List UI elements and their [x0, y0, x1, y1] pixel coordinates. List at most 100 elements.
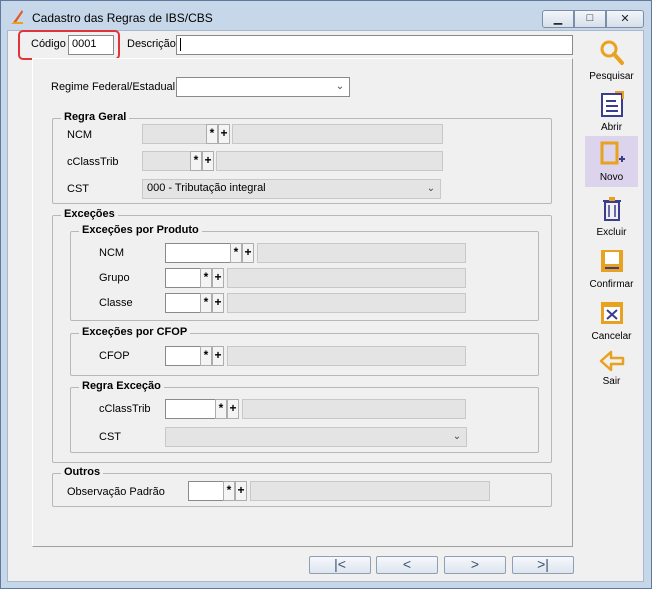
- close-icon: ✕: [620, 13, 630, 25]
- codigo-value: 0001: [72, 38, 97, 50]
- maximize-button[interactable]: □: [574, 10, 606, 28]
- classe-label: Classe: [99, 297, 133, 309]
- cfop-label: CFOP: [99, 350, 130, 362]
- new-document-icon: [600, 141, 625, 165]
- sair-button[interactable]: Sair: [585, 349, 638, 391]
- regime-label: Regime Federal/Estadual: [51, 81, 176, 93]
- cclasstrib-add-button[interactable]: +: [202, 151, 214, 171]
- exit-arrow-icon: [599, 350, 624, 372]
- grupo-field[interactable]: [165, 268, 201, 288]
- obs-field[interactable]: [188, 481, 224, 501]
- produto-ncm-description: [257, 243, 466, 263]
- novo-button[interactable]: Novo: [585, 136, 638, 187]
- nav-last-button[interactable]: >|: [512, 556, 574, 574]
- produto-ncm-search-button[interactable]: *: [230, 243, 242, 263]
- regra-geral-title: Regra Geral: [61, 111, 130, 123]
- ncm-search-button[interactable]: *: [206, 124, 218, 144]
- produto-ncm-field[interactable]: [165, 243, 231, 263]
- previous-record-icon: <: [402, 556, 412, 572]
- app-logo-icon: [11, 10, 23, 24]
- obs-description: [250, 481, 490, 501]
- produto-ncm-add-button[interactable]: +: [242, 243, 254, 263]
- grupo-label: Grupo: [99, 272, 130, 284]
- cst-value: 000 - Tributação integral: [147, 182, 266, 194]
- nav-prev-button[interactable]: <: [376, 556, 438, 574]
- pesquisar-button[interactable]: Pesquisar: [585, 38, 638, 84]
- window-title: Cadastro das Regras de IBS/CBS: [32, 11, 213, 25]
- minimize-icon: ▁: [553, 13, 563, 25]
- cancelar-label: Cancelar: [591, 331, 632, 342]
- excluir-label: Excluir: [596, 227, 627, 238]
- cclasstrib-description: [216, 151, 443, 171]
- classe-add-button[interactable]: +: [212, 293, 224, 313]
- cst-label: CST: [67, 183, 89, 195]
- cclasstrib-search-button[interactable]: *: [190, 151, 202, 171]
- chevron-down-icon: ⌄: [426, 183, 436, 194]
- excecoes-cfop-title: Exceções por CFOP: [79, 326, 191, 338]
- confirmar-label: Confirmar: [589, 279, 634, 290]
- first-record-icon: |<: [334, 556, 346, 572]
- next-record-icon: >: [470, 556, 480, 572]
- magnifier-icon: [600, 40, 624, 65]
- classe-description: [227, 293, 466, 313]
- novo-label: Novo: [599, 172, 624, 183]
- excecoes-produto-title: Exceções por Produto: [79, 224, 202, 236]
- last-record-icon: >|: [537, 556, 549, 572]
- sair-label: Sair: [602, 376, 621, 387]
- excecao-cst-label: CST: [99, 431, 121, 443]
- cclasstrib-field[interactable]: [142, 151, 191, 171]
- excecao-cclasstrib-label: cClassTrib: [99, 403, 151, 415]
- cfop-add-button[interactable]: +: [212, 346, 224, 366]
- regra-excecao-title: Regra Exceção: [79, 380, 164, 392]
- maximize-icon: □: [586, 12, 594, 24]
- text-caret: [180, 38, 181, 51]
- codigo-field[interactable]: 0001: [68, 35, 114, 55]
- classe-search-button[interactable]: *: [200, 293, 212, 313]
- excecao-cst-select[interactable]: ⌄: [165, 427, 467, 447]
- minimize-button[interactable]: ▁: [542, 10, 574, 28]
- produto-ncm-label: NCM: [99, 247, 125, 259]
- excecao-cclasstrib-search-button[interactable]: *: [215, 399, 227, 419]
- obs-search-button[interactable]: *: [223, 481, 235, 501]
- excecao-cclasstrib-field[interactable]: [165, 399, 216, 419]
- abrir-label: Abrir: [600, 122, 623, 133]
- open-document-icon: [600, 91, 624, 117]
- codigo-label: Código: [31, 38, 66, 50]
- cfop-search-button[interactable]: *: [200, 346, 212, 366]
- outros-title: Outros: [61, 466, 104, 478]
- nav-next-button[interactable]: >: [444, 556, 506, 574]
- title-bar: Cadastro das Regras de IBS/CBS ▁ □ ✕: [1, 1, 651, 31]
- cfop-description: [227, 346, 466, 366]
- excecao-cclasstrib-description: [242, 399, 466, 419]
- trash-icon: [602, 197, 621, 221]
- ncm-label: NCM: [67, 129, 93, 141]
- grupo-add-button[interactable]: +: [212, 268, 224, 288]
- obs-label: Observação Padrão: [67, 486, 165, 498]
- ncm-add-button[interactable]: +: [218, 124, 230, 144]
- chevron-down-icon: ⌄: [335, 81, 345, 92]
- descricao-label: Descrição: [127, 38, 176, 50]
- excluir-button[interactable]: Excluir: [585, 194, 638, 240]
- cfop-field[interactable]: [165, 346, 201, 366]
- save-icon: [600, 250, 623, 272]
- abrir-button[interactable]: Abrir: [585, 89, 638, 135]
- classe-field[interactable]: [165, 293, 201, 313]
- grupo-description: [227, 268, 466, 288]
- close-button[interactable]: ✕: [606, 10, 644, 28]
- pesquisar-label: Pesquisar: [589, 71, 634, 82]
- cclasstrib-label: cClassTrib: [67, 156, 119, 168]
- descricao-field[interactable]: [176, 35, 573, 55]
- excecoes-title: Exceções: [61, 208, 118, 220]
- confirmar-button[interactable]: Confirmar: [585, 246, 638, 292]
- regime-select[interactable]: ⌄: [176, 77, 350, 97]
- obs-add-button[interactable]: +: [235, 481, 247, 501]
- cst-select[interactable]: 000 - Tributação integral ⌄: [142, 179, 441, 199]
- ncm-description: [232, 124, 443, 144]
- ncm-field[interactable]: [142, 124, 207, 144]
- nav-first-button[interactable]: |<: [309, 556, 371, 574]
- excecao-cclasstrib-add-button[interactable]: +: [227, 399, 239, 419]
- cancel-icon: [600, 302, 623, 324]
- chevron-down-icon: ⌄: [452, 431, 462, 442]
- cancelar-button[interactable]: Cancelar: [585, 298, 638, 344]
- grupo-search-button[interactable]: *: [200, 268, 212, 288]
